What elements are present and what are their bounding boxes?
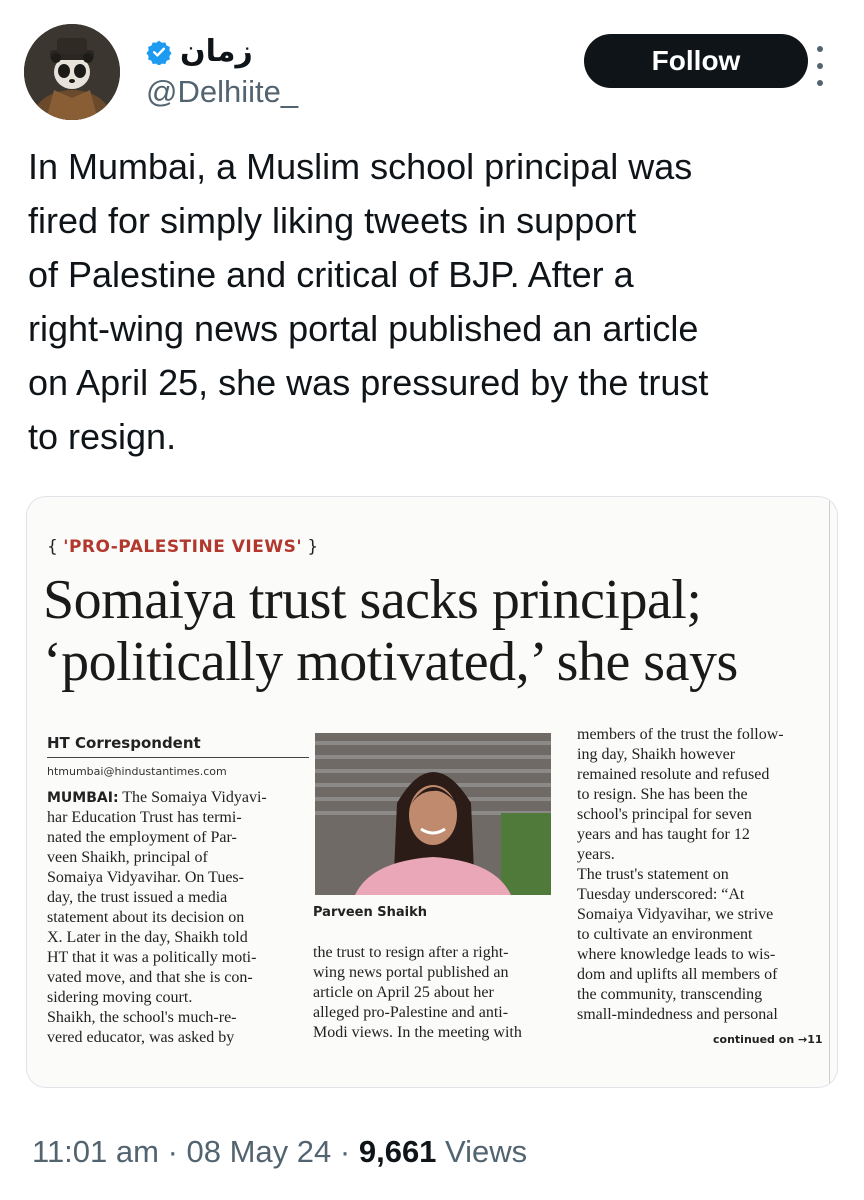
article-line: HT that it was a politically moti- [47, 949, 257, 966]
article-line: to resign. She has been the [577, 786, 748, 803]
article-line: Shaikh, the school's much-re- [47, 1009, 237, 1026]
article-line: school's principal for seven [577, 806, 752, 823]
article-line: dom and uplifts all members of [577, 966, 778, 983]
article-line: vated move, and that she is con- [47, 969, 253, 986]
tweet-line: right-wing news portal published an arti… [28, 308, 699, 349]
article-line: remained resolute and refused [577, 766, 770, 783]
kicker-text: 'PRO-PALESTINE VIEWS' [63, 537, 303, 557]
article-column-3: members of the trust the follow- ing day… [577, 725, 817, 1025]
tweet-header: زمان @Delhiite_ Follow [24, 20, 840, 120]
more-vertical-icon[interactable] [810, 46, 830, 86]
article-line: MUMBAI: The Somaiya Vidyavi- [47, 788, 309, 808]
article-line: Modi views. In the meeting with [313, 1024, 522, 1041]
tweet-media-image[interactable]: { 'PRO-PALESTINE VIEWS' } Somaiya trust … [26, 496, 838, 1088]
tweet-line: In Mumbai, a Muslim school principal was [28, 146, 693, 187]
clipping-headline: Somaiya trust sacks principal; ‘politica… [43, 569, 833, 693]
article-line: nated the employment of Par- [47, 829, 237, 846]
article-column-2: the trust to resign after a right- wing … [313, 943, 553, 1043]
tweet-line: to resign. [28, 416, 177, 457]
article-line: years and has taught for 12 [577, 826, 750, 843]
dateline: MUMBAI: [47, 790, 119, 806]
tweet-date[interactable]: 08 May 24 [187, 1134, 332, 1169]
meta-separator: · [158, 1134, 187, 1169]
avatar-image [24, 24, 120, 120]
article-line: members of the trust the follow- [577, 726, 784, 743]
newspaper-clipping: { 'PRO-PALESTINE VIEWS' } Somaiya trust … [27, 497, 837, 1087]
views-count: 9,661 [358, 1134, 437, 1169]
article-line: sidering moving court. [47, 989, 193, 1006]
article-line: the trust to resign after a right- [313, 944, 509, 961]
article-line: article on April 25 about her [313, 984, 494, 1001]
article-line: day, the trust issued a media [47, 889, 228, 906]
article-line: vered educator, was asked by [47, 1029, 235, 1046]
article-line: statement about its decision on [47, 909, 245, 926]
tweet-line: of Palestine and critical of BJP. After … [28, 254, 634, 295]
avatar[interactable] [24, 24, 120, 120]
kicker-brace-close: } [302, 537, 319, 557]
clipping-kicker: { 'PRO-PALESTINE VIEWS' } [47, 537, 318, 557]
article-line: the community, transcending [577, 986, 763, 1003]
tweet-meta: 11:01 am · 08 May 24 · 9,661 Views [32, 1134, 527, 1170]
views-label: Views [436, 1134, 528, 1169]
display-name[interactable]: زمان [180, 34, 253, 69]
tweet-time[interactable]: 11:01 am [32, 1134, 159, 1169]
byline-rule [47, 757, 309, 758]
article-text: The Somaiya Vidyavi- [118, 789, 267, 806]
article-line: har Education Trust has termi- [47, 809, 242, 826]
article-line: to cultivate an environment [577, 926, 753, 943]
article-line: Somaiya Vidyavihar, we strive [577, 906, 774, 923]
article-line: X. Later in the day, Shaikh told [47, 929, 248, 946]
meta-separator: · [331, 1134, 359, 1169]
follow-button[interactable]: Follow [584, 34, 808, 88]
article-line: ing day, Shaikh however [577, 746, 736, 763]
photo-caption: Parveen Shaikh [313, 905, 427, 920]
headline-line: Somaiya trust sacks principal; [43, 569, 702, 631]
verified-badge-icon [146, 39, 172, 66]
tweet-text: In Mumbai, a Muslim school principal was… [28, 140, 838, 464]
article-line: alleged pro-Palestine and anti- [313, 1004, 509, 1021]
article-line: Tuesday underscored: “At [577, 886, 745, 903]
article-line: The trust's statement on [577, 866, 729, 883]
article-line: veen Shaikh, principal of [47, 849, 208, 866]
tweet-line: on April 25, she was pressured by the tr… [28, 362, 709, 403]
headline-line: ‘politically motivated,’ she says [43, 631, 738, 693]
article-line: small-mindedness and personal [577, 1006, 778, 1023]
kicker-brace-open: { [47, 537, 64, 557]
user-handle[interactable]: @Delhiite_ [146, 74, 298, 110]
byline: HT Correspondent [47, 734, 201, 752]
byline-email: htmumbai@hindustantimes.com [47, 765, 227, 778]
article-column-1: HT Correspondent htmumbai@hindustantimes… [47, 733, 309, 1048]
name-row: زمان [146, 34, 253, 69]
portrait-photo [315, 733, 551, 895]
article-line: wing news portal published an [313, 964, 509, 981]
article-line: where knowledge leads to wis- [577, 946, 776, 963]
article-line: Somaiya Vidyavihar. On Tues- [47, 869, 244, 886]
continued-label: continued on →11 [713, 1033, 823, 1046]
article-line: years. [577, 846, 615, 863]
tweet-line: fired for simply liking tweets in suppor… [28, 200, 637, 241]
